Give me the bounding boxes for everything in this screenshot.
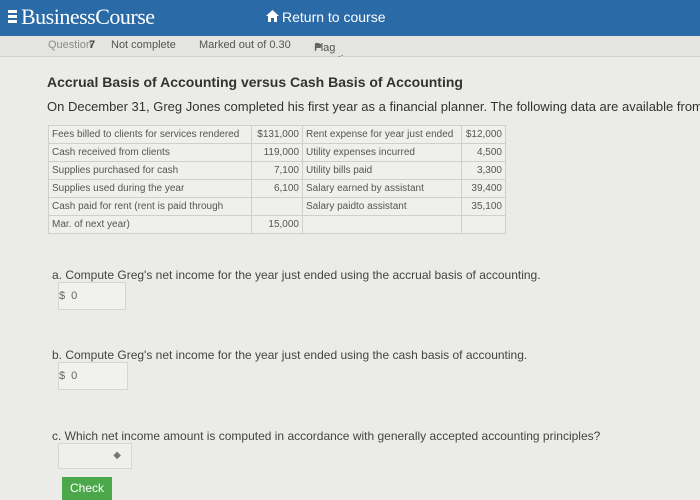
question-marks: Marked out of 0.30 [199, 39, 291, 51]
table-cell [461, 215, 506, 234]
table-cell: 4,500 [461, 143, 506, 162]
table-row: Supplies purchased for cash 7,100 Utilit… [48, 161, 506, 180]
return-label: Return to course [282, 9, 386, 25]
table-cell: 39,400 [461, 179, 506, 198]
answer-b-value: 0 [71, 370, 78, 382]
table-cell: Salary paidto assistant [302, 197, 462, 216]
question-b-text: b. Compute Greg's net income for the yea… [52, 348, 528, 362]
select-arrows-icon: ◆ [113, 450, 121, 461]
home-icon [266, 9, 279, 25]
return-to-course-link[interactable]: Return to course [266, 9, 386, 25]
table-cell: Cash paid for rent (rent is paid through [48, 197, 252, 216]
table-cell [302, 215, 462, 234]
answer-a-input[interactable]: $0 [58, 282, 126, 310]
table-row: Cash received from clients 119,000 Utili… [48, 143, 506, 162]
table-cell: Utility expenses incurred [302, 143, 462, 162]
table-cell: Mar. of next year) [48, 215, 252, 234]
table-cell: Rent expense for year just ended [302, 125, 462, 144]
table-row: Mar. of next year) 15,000 [48, 215, 506, 234]
question-info-bar: Question 7 Not complete Marked out of 0.… [0, 36, 700, 66]
top-bar: BusinessCourse Return to course [0, 0, 700, 36]
table-cell: Salary earned by assistant [302, 179, 462, 198]
brand-logo[interactable]: BusinessCourse [8, 4, 155, 30]
table-cell: Fees billed to clients for services rend… [48, 125, 252, 144]
problem-title: Accrual Basis of Accounting versus Cash … [47, 74, 463, 90]
table-cell: $12,000 [461, 125, 506, 144]
question-label: Question [48, 39, 93, 51]
question-number: 7 [89, 39, 96, 51]
problem-intro: On December 31, Greg Jones completed his… [47, 99, 700, 114]
answer-c-select[interactable]: ◆ [58, 443, 132, 469]
answer-a-value: 0 [71, 290, 78, 302]
currency-symbol: $ [59, 290, 66, 302]
table-cell: 119,000 [251, 143, 303, 162]
brand-name: BusinessCourse [21, 4, 155, 29]
question-status: Not complete [111, 39, 176, 51]
table-cell: 35,100 [461, 197, 506, 216]
table-cell: 15,000 [251, 215, 303, 234]
question-c-text: c. Which net income amount is computed i… [52, 429, 601, 443]
table-row: Supplies used during the year 6,100 Sala… [48, 179, 506, 198]
table-cell: $131,000 [251, 125, 303, 144]
question-a-text: a. Compute Greg's net income for the yea… [52, 268, 541, 282]
currency-symbol: $ [59, 370, 66, 382]
table-row: Cash paid for rent (rent is paid through… [48, 197, 506, 216]
question-content: Accrual Basis of Accounting versus Cash … [0, 57, 700, 500]
data-table: Fees billed to clients for services rend… [48, 125, 506, 234]
table-row: Fees billed to clients for services rend… [48, 125, 506, 144]
table-cell: Cash received from clients [48, 143, 252, 162]
table-cell: 7,100 [251, 161, 303, 180]
check-button[interactable]: Check [62, 477, 112, 500]
table-cell: 6,100 [251, 179, 303, 198]
menu-lines-icon [8, 8, 18, 26]
table-cell: Supplies used during the year [48, 179, 252, 198]
table-cell: 3,300 [461, 161, 506, 180]
table-cell: Utility bills paid [302, 161, 462, 180]
answer-b-input[interactable]: $0 [58, 362, 128, 390]
table-cell [251, 197, 303, 216]
table-cell: Supplies purchased for cash [48, 161, 252, 180]
